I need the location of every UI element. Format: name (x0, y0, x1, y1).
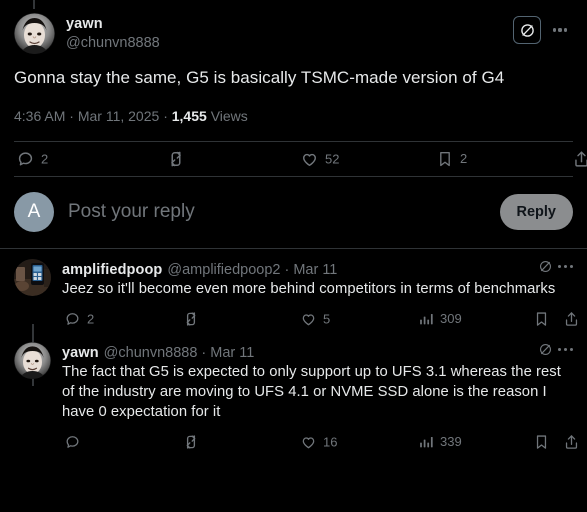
share-button[interactable] (572, 150, 587, 169)
like-count: 52 (325, 151, 340, 166)
amplifiedpoop-avatar-image (14, 259, 51, 296)
reply-date[interactable]: Mar 11 (293, 262, 337, 278)
grok-icon[interactable] (538, 259, 553, 274)
meta-separator-1: · (69, 108, 74, 124)
repost-icon (186, 435, 196, 449)
reply-button[interactable]: 2 (16, 150, 48, 169)
views-count: 309 (440, 311, 462, 326)
main-tweet-header-actions (513, 13, 573, 44)
reply-author-name[interactable]: amplifiedpoop (62, 262, 162, 278)
reply-count: 2 (87, 311, 95, 326)
like-button[interactable]: 52 (300, 150, 339, 169)
reply-item: yawn @chunvn8888 · Mar 11 The fact that … (0, 336, 587, 459)
reply-header: yawn @chunvn8888 · Mar 11 (62, 342, 573, 361)
views-button[interactable]: 339 (418, 434, 462, 450)
like-button[interactable]: 5 (300, 311, 330, 328)
reply-icon (66, 313, 79, 325)
reply-icon (66, 436, 79, 448)
reply-button[interactable] (64, 434, 87, 451)
bookmark-button[interactable] (533, 311, 556, 328)
main-tweet: yawn @chunvn8888 Gonna stay the same, G5… (0, 0, 587, 141)
views-count: 339 (440, 434, 462, 449)
like-button[interactable]: 16 (300, 434, 337, 451)
reply-icon (18, 152, 33, 166)
author-display-name[interactable]: yawn (66, 15, 160, 34)
reply-header: amplifiedpoop @amplifiedpoop2 · Mar 11 (62, 259, 573, 278)
views-label: Views (210, 108, 248, 124)
repost-button[interactable] (166, 149, 192, 169)
reply-author-name[interactable]: yawn (62, 345, 99, 361)
yawn-avatar-image (14, 13, 55, 54)
more-options-icon[interactable] (558, 347, 573, 352)
main-tweet-actions-wrap: 2 52 2 (0, 142, 587, 176)
reply-meta-separator: · (284, 262, 290, 278)
share-button[interactable] (563, 434, 580, 451)
reply-header-actions (538, 259, 573, 274)
reply-author-handle[interactable]: @chunvn8888 (104, 345, 198, 361)
views-icon (420, 437, 433, 448)
like-icon (302, 437, 315, 449)
share-icon (565, 435, 578, 449)
like-count: 16 (323, 434, 338, 449)
reply-content: yawn @chunvn8888 · Mar 11 The fact that … (62, 342, 578, 459)
reply-text: Jeez so it'll become even more behind co… (62, 281, 556, 297)
bookmark-button[interactable] (533, 434, 556, 451)
more-options-icon[interactable] (558, 264, 573, 269)
tweet-time: 4:36 AM (14, 108, 66, 124)
bookmark-button[interactable]: 2 (436, 150, 467, 168)
reply-date[interactable]: Mar 11 (210, 345, 254, 361)
bookmark-icon (440, 152, 450, 167)
reply-composer[interactable]: A Post your reply Reply (0, 177, 587, 248)
reply-content: amplifiedpoop @amplifiedpoop2 · Mar 11 J… (62, 259, 578, 336)
reply-header-actions (538, 342, 573, 357)
main-tweet-metadata: 4:36 AM · Mar 11, 2025 · 1,455 Views (14, 90, 573, 141)
reply-meta-separator: · (201, 345, 207, 361)
share-icon (575, 151, 587, 167)
reply-action-bar: 16 339 (62, 425, 578, 459)
share-icon (565, 312, 578, 326)
views-button[interactable]: 309 (418, 311, 462, 327)
avatar[interactable] (14, 342, 51, 379)
tweet-date: Mar 11, 2025 (77, 108, 160, 124)
composer-avatar[interactable]: A (14, 192, 54, 232)
reply-text: The fact that G5 is expected to only sup… (62, 364, 566, 420)
views-icon (420, 314, 433, 325)
like-icon (303, 153, 316, 167)
grok-icon[interactable] (513, 16, 541, 44)
repost-icon (186, 312, 196, 326)
reply-item: amplifiedpoop @amplifiedpoop2 · Mar 11 J… (0, 249, 587, 336)
repost-icon (171, 151, 181, 167)
main-tweet-action-bar: 2 52 2 (14, 142, 587, 176)
author-handle[interactable]: @chunvn8888 (66, 34, 160, 53)
main-tweet-header: yawn @chunvn8888 (14, 0, 573, 54)
grok-icon[interactable] (538, 342, 553, 357)
repost-button[interactable] (182, 433, 206, 451)
like-count: 5 (323, 311, 331, 326)
reply-input-placeholder[interactable]: Post your reply (68, 200, 195, 224)
views-count: 1,455 (171, 108, 207, 124)
bookmark-icon (536, 312, 547, 326)
bookmark-icon (536, 435, 547, 449)
yawn-avatar-image (14, 342, 51, 379)
main-tweet-text: Gonna stay the same, G5 is basically TSM… (14, 68, 505, 87)
avatar[interactable] (14, 13, 55, 54)
avatar[interactable] (14, 259, 51, 296)
main-tweet-author: yawn @chunvn8888 (66, 13, 160, 54)
repost-button[interactable] (182, 310, 206, 328)
like-icon (302, 314, 315, 326)
reply-author-handle[interactable]: @amplifiedpoop2 (167, 262, 280, 278)
composer-avatar-initial: A (27, 201, 41, 222)
meta-separator-2: · (163, 108, 168, 124)
share-button[interactable] (563, 311, 580, 328)
reply-button[interactable]: 2 (64, 311, 94, 328)
reply-count: 2 (41, 151, 49, 166)
bookmark-count: 2 (460, 151, 468, 166)
more-options-icon[interactable] (547, 17, 573, 43)
reply-action-bar: 2 5 309 (62, 302, 578, 336)
tweet-detail-page: yawn @chunvn8888 Gonna stay the same, G5… (0, 0, 587, 512)
reply-submit-button[interactable]: Reply (499, 194, 573, 230)
